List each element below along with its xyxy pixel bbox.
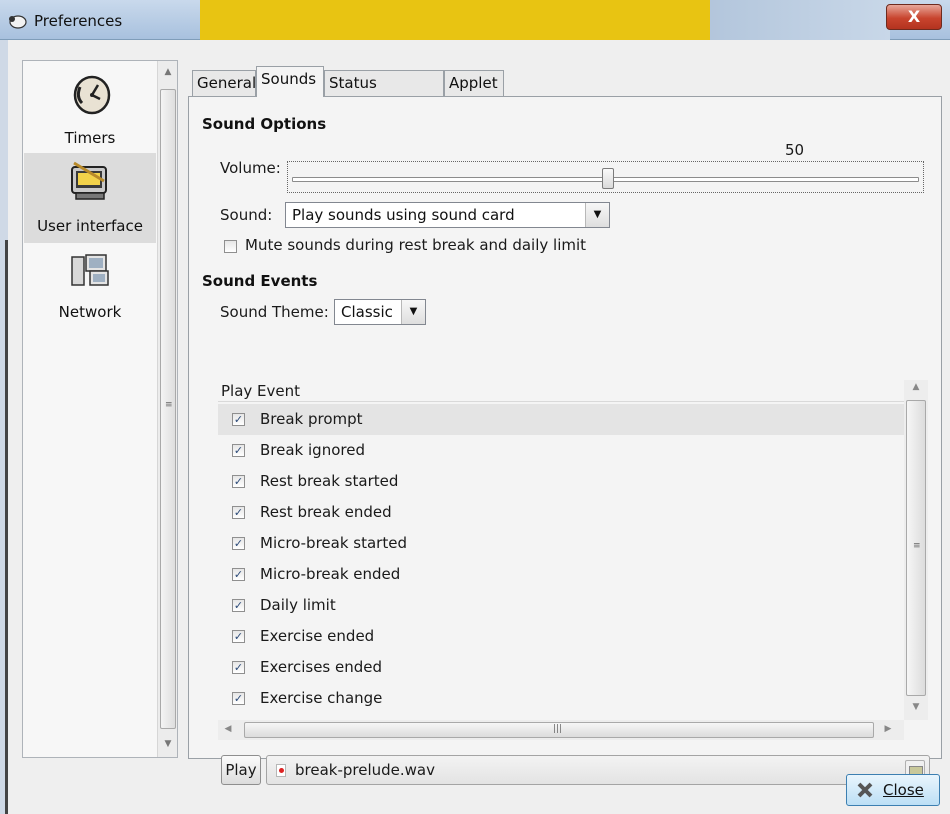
event-label: Exercise change [260, 689, 383, 707]
event-row[interactable]: ✓ Micro-break ended [218, 559, 904, 590]
window-close-button[interactable]: X [886, 4, 942, 30]
sound-label: Sound: [220, 206, 273, 224]
event-row[interactable]: ✓ Micro-break started [218, 528, 904, 559]
event-row[interactable]: ✓ Exercise change [218, 683, 904, 714]
sidebar-item-network[interactable]: Network [24, 243, 156, 333]
sound-theme-value: Classic [341, 303, 393, 321]
volume-value: 50 [785, 141, 805, 159]
mute-label: Mute sounds during rest break and daily … [245, 236, 587, 254]
scroll-up-arrow-icon[interactable]: ▲ [904, 382, 928, 392]
sound-mode-select[interactable]: Play sounds using sound card ▼ [285, 202, 610, 228]
window-title: Preferences [34, 12, 123, 30]
sound-options-heading: Sound Options [202, 115, 327, 133]
sound-file-chooser[interactable]: break-prelude.wav [266, 755, 930, 785]
sidebar-item-label: Timers [64, 129, 116, 147]
event-label: Rest break ended [260, 503, 392, 521]
close-icon [857, 782, 873, 798]
sound-events-list: Play Event ✓ Break prompt ✓ Break ignored ✓ R… [218, 380, 934, 748]
tab-general[interactable]: General [192, 70, 256, 96]
grip-icon: ≡ [165, 400, 173, 410]
event-label: Break prompt [260, 410, 363, 428]
play-button[interactable]: Play [221, 755, 261, 785]
event-checkbox[interactable]: ✓ [232, 537, 245, 550]
app-sheep-icon [9, 15, 27, 29]
close-button-label: Close [883, 781, 924, 799]
scroll-up-arrow-icon[interactable]: ▲ [158, 67, 178, 77]
event-checkbox[interactable]: ✓ [232, 413, 245, 426]
scroll-down-arrow-icon[interactable]: ▼ [158, 739, 178, 749]
sound-theme-label: Sound Theme: [220, 303, 329, 321]
event-label: Break ignored [260, 441, 365, 459]
events-horizontal-scrollbar[interactable]: ◀ ||| ▶ [218, 720, 904, 740]
close-button[interactable]: Close [846, 774, 940, 806]
event-label: Daily limit [260, 596, 336, 614]
preferences-window: Timers User interface Network ▲ ≡ ▼ Gene… [0, 40, 950, 814]
sidebar-item-timers[interactable]: Timers [24, 65, 156, 155]
user-interface-icon [71, 161, 107, 200]
event-checkbox[interactable]: ✓ [232, 630, 245, 643]
mute-checkbox[interactable] [224, 240, 237, 253]
tab-applet[interactable]: Applet [444, 70, 504, 96]
sound-events-heading: Sound Events [202, 272, 318, 290]
clock-icon [73, 75, 111, 115]
sound-mode-value: Play sounds using sound card [292, 206, 515, 224]
volume-label: Volume: [220, 159, 281, 177]
grip-icon: ≡ [913, 541, 921, 551]
event-label: Rest break started [260, 472, 399, 490]
grip-icon: ||| [553, 724, 563, 734]
event-label: Micro-break ended [260, 565, 401, 583]
tab-sounds[interactable]: Sounds [256, 66, 324, 97]
event-row[interactable]: ✓ Exercise ended [218, 621, 904, 652]
event-row[interactable]: ✓ Rest break ended [218, 497, 904, 528]
event-row[interactable]: ✓ Daily limit [218, 590, 904, 621]
sound-file-name: break-prelude.wav [295, 761, 435, 779]
tab-status-window[interactable]: Status Window [324, 70, 444, 117]
event-row[interactable]: ✓ Exercises ended [218, 652, 904, 683]
event-label: Exercise ended [260, 627, 375, 645]
sidebar-item-label: User interface [37, 217, 143, 235]
sidebar-item-label: Network [58, 303, 122, 321]
chevron-down-icon[interactable]: ▼ [585, 203, 609, 227]
events-vertical-scrollbar[interactable]: ▲ ≡ ▼ [904, 380, 928, 720]
chevron-down-icon[interactable]: ▼ [401, 300, 425, 324]
event-checkbox[interactable]: ✓ [232, 599, 245, 612]
play-event-column-header[interactable]: Play Event [218, 380, 904, 402]
events-hscroll-thumb[interactable]: ||| [244, 722, 874, 738]
volume-slider[interactable] [287, 161, 924, 193]
scroll-down-arrow-icon[interactable]: ▼ [904, 702, 928, 712]
event-checkbox[interactable]: ✓ [232, 568, 245, 581]
event-checkbox[interactable]: ✓ [232, 692, 245, 705]
volume-slider-thumb[interactable] [602, 168, 614, 189]
audio-file-icon [276, 764, 286, 777]
sidebar-scroll-thumb[interactable]: ≡ [160, 89, 176, 729]
title-bar-shade [710, 0, 890, 40]
event-row[interactable]: ✓ Break ignored [218, 435, 904, 466]
network-computers-icon [71, 254, 109, 286]
sidebar-scrollbar[interactable]: ▲ ≡ ▼ [157, 61, 177, 757]
sidebar: Timers User interface Network ▲ ≡ ▼ [22, 60, 178, 758]
event-checkbox[interactable]: ✓ [232, 475, 245, 488]
event-row[interactable]: ✓ Rest break started [218, 466, 904, 497]
window-left-edge [0, 40, 8, 814]
event-checkbox[interactable]: ✓ [232, 444, 245, 457]
event-checkbox[interactable]: ✓ [232, 661, 245, 674]
sound-theme-select[interactable]: Classic ▼ [334, 299, 426, 325]
event-label: Exercises ended [260, 658, 383, 676]
events-vscroll-thumb[interactable]: ≡ [906, 400, 926, 696]
scroll-left-arrow-icon[interactable]: ◀ [222, 724, 234, 734]
sounds-panel: Sound Options 50 Volume: Sound: Play sou… [188, 96, 942, 785]
sidebar-item-user-interface[interactable]: User interface [24, 153, 156, 243]
event-checkbox[interactable]: ✓ [232, 506, 245, 519]
scroll-right-arrow-icon[interactable]: ▶ [882, 724, 894, 734]
event-row[interactable]: ✓ Break prompt [218, 404, 904, 435]
title-bar[interactable]: Preferences X [0, 0, 950, 40]
event-label: Micro-break started [260, 534, 407, 552]
title-bar-highlight [200, 0, 710, 40]
